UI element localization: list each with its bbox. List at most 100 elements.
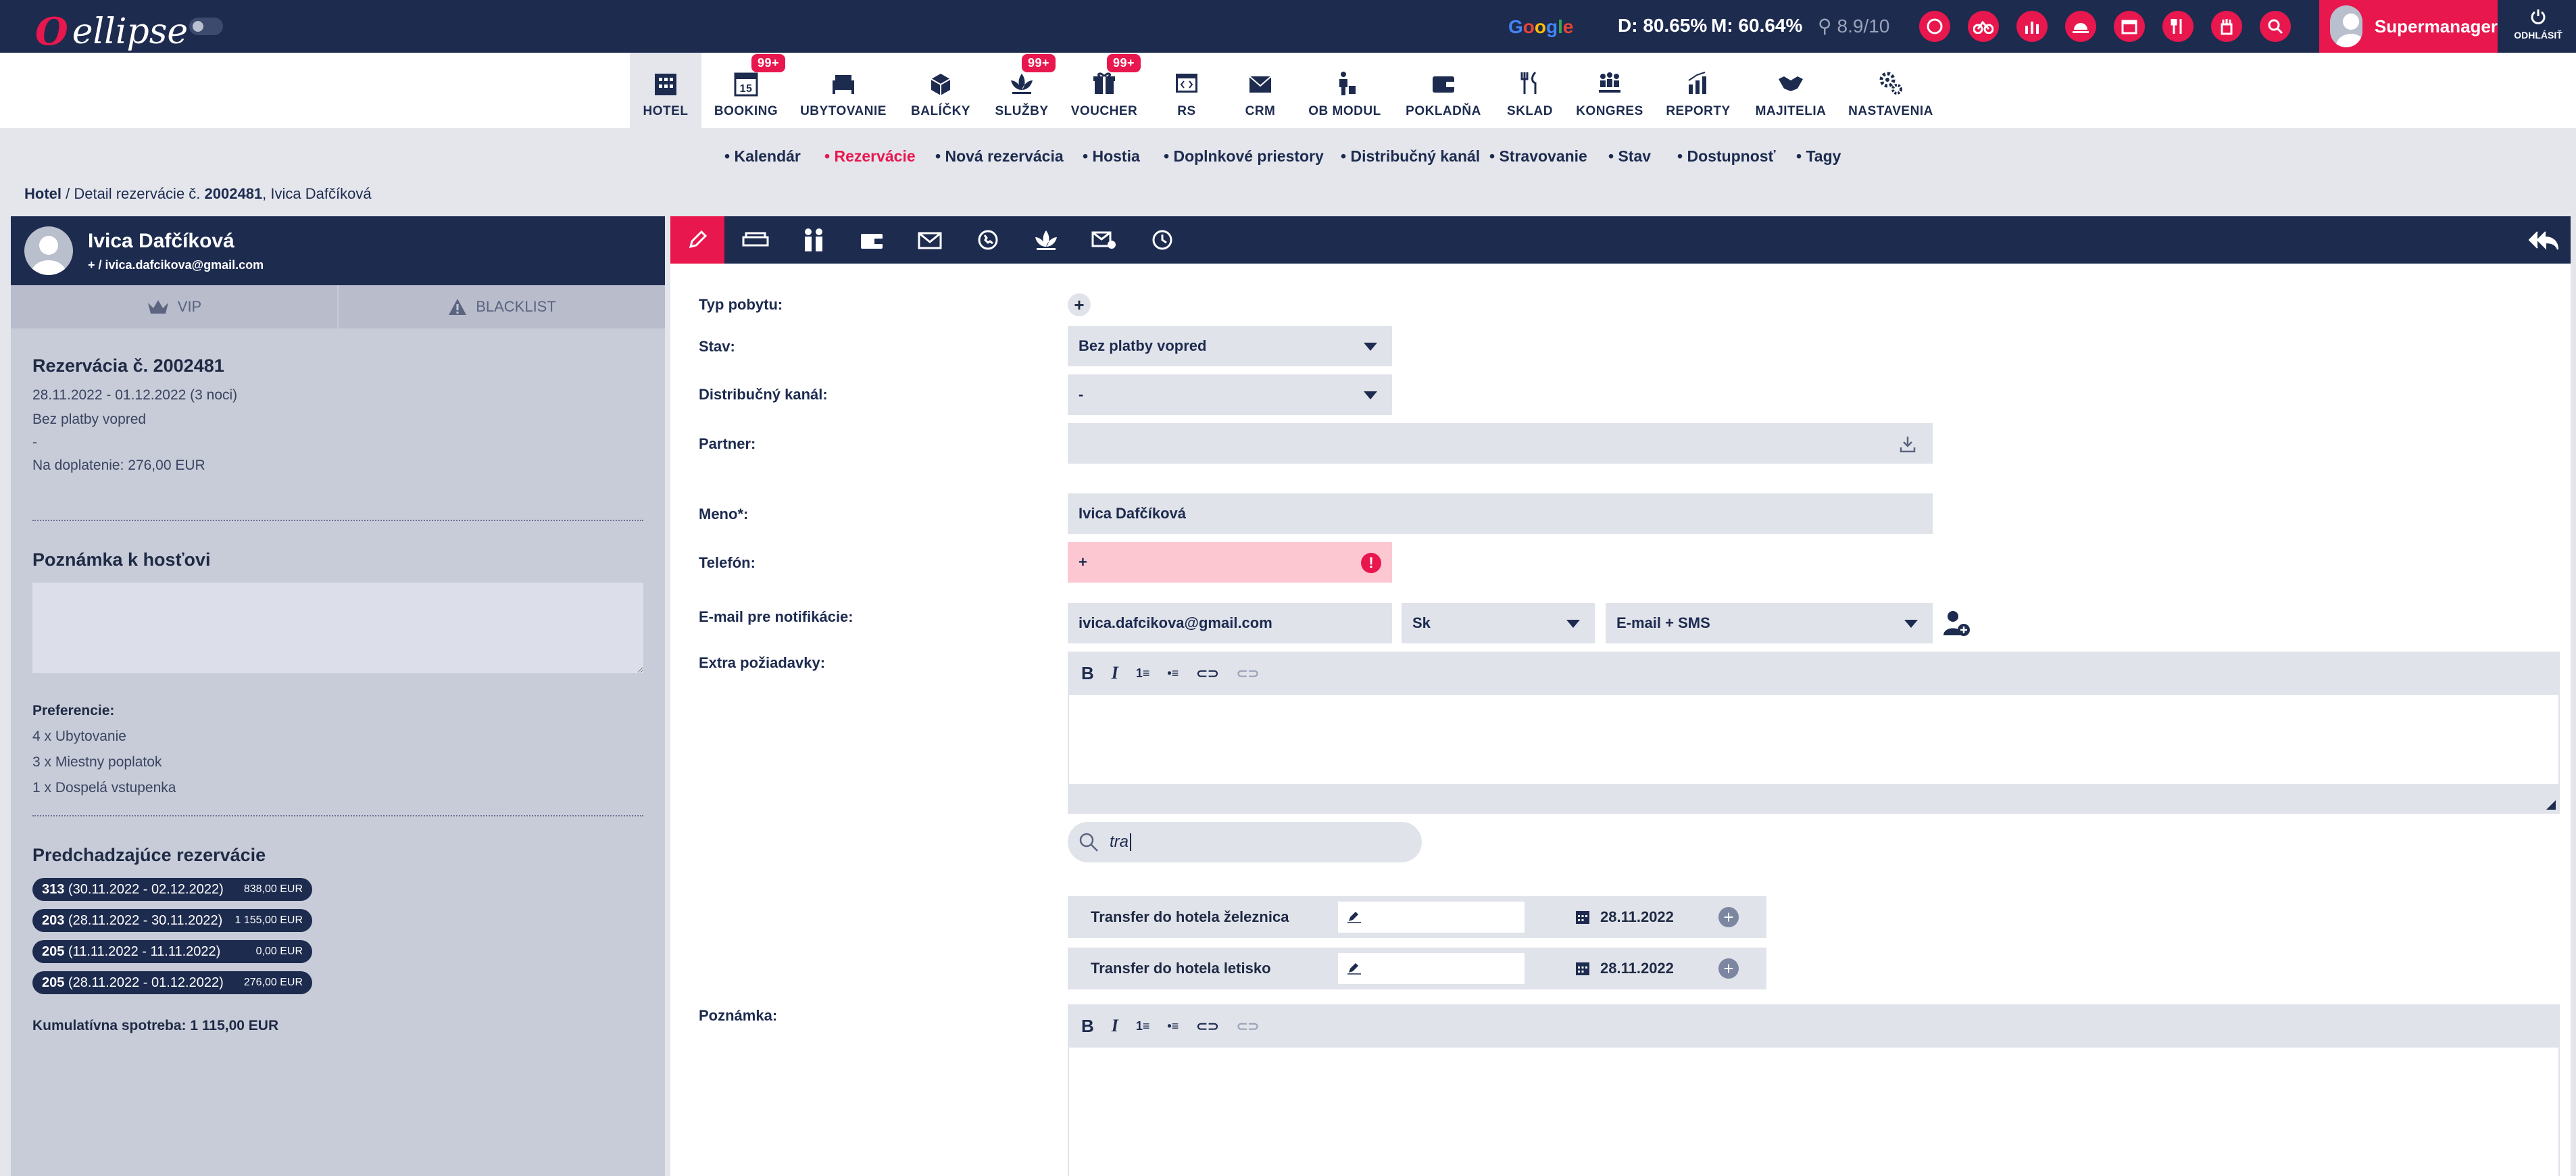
blacklist-button[interactable]: BLACKLIST (339, 285, 665, 328)
module-crm[interactable]: CRM (1229, 53, 1292, 128)
previous-reservation[interactable]: 205 (11.11.2022 - 11.11.2022) 0,00 EUR (32, 940, 312, 963)
email-label: E-mail pre notifikácie: (699, 608, 853, 625)
language-select[interactable]: Sk (1402, 603, 1595, 643)
notification-type-select[interactable]: E-mail + SMS (1606, 603, 1933, 643)
service-note-input[interactable] (1338, 953, 1525, 984)
subnav-stav[interactable]: • Stav (1608, 147, 1651, 166)
breadcrumb-hotel[interactable]: Hotel (24, 185, 61, 202)
service-search-input[interactable]: tra (1110, 833, 1129, 852)
group-icon (1594, 68, 1625, 99)
extra-poziadavky-editor: B I 1≡ •≡ ⊂⊃ ⊂⊃ (1068, 652, 2560, 814)
payments-tab[interactable] (845, 216, 899, 264)
calendar-icon[interactable] (1575, 960, 1591, 977)
meno-input[interactable]: Ivica Dafčíková (1068, 493, 1933, 534)
vip-button[interactable]: VIP (11, 285, 339, 328)
back-button[interactable] (2517, 216, 2571, 264)
module-majitelia[interactable]: MAJITELIA (1750, 53, 1831, 128)
add-typ-pobytu-button[interactable]: + (1068, 293, 1091, 316)
subnav-nova-rezervacia[interactable]: • Nová rezervácia (935, 147, 1064, 166)
power-icon (2531, 9, 2546, 24)
preference-item: 4 x Ubytovanie (32, 729, 126, 744)
module-kongres[interactable]: KONGRES (1575, 53, 1645, 128)
code-window-icon (1171, 68, 1202, 99)
unlink-icon[interactable]: ⊂⊃ (1237, 665, 1260, 682)
link-icon[interactable]: ⊂⊃ (1196, 1018, 1219, 1035)
extra-poziadavky-input[interactable] (1068, 695, 2560, 784)
subnav-hostia[interactable]: • Hostia (1083, 147, 1140, 166)
ordered-list-icon[interactable]: 1≡ (1136, 666, 1150, 681)
guests-tab[interactable] (787, 216, 841, 264)
service-date[interactable]: 28.11.2022 (1600, 908, 1674, 926)
unlink-icon[interactable]: ⊂⊃ (1237, 1018, 1260, 1035)
module-balicky[interactable]: BALÍČKY (903, 53, 979, 128)
bold-icon[interactable]: B (1081, 663, 1094, 684)
link-icon[interactable]: ⊂⊃ (1196, 665, 1219, 682)
previous-reservation[interactable]: 203 (28.11.2022 - 30.11.2022) 1 155,00 EU… (32, 909, 312, 932)
partner-input[interactable] (1068, 423, 1933, 464)
calendar-icon[interactable] (1575, 909, 1591, 925)
subnav-rezervacie[interactable]: • Rezervácie (824, 147, 916, 166)
svg-text:15: 15 (740, 83, 753, 95)
messages-tab[interactable] (903, 216, 957, 264)
room-service-icon[interactable] (2065, 11, 2096, 42)
download-icon[interactable] (1899, 435, 1916, 453)
service-search-field[interactable]: tra (1068, 822, 1422, 862)
history-tab[interactable] (1135, 216, 1189, 264)
edit-tab[interactable] (670, 216, 724, 264)
check-in-icon[interactable] (1919, 11, 1950, 42)
calls-tab[interactable] (961, 216, 1015, 264)
hand-icon[interactable] (2211, 11, 2242, 42)
mail-settings-tab[interactable] (1077, 216, 1131, 264)
module-nastavenia[interactable]: NASTAVENIA (1848, 53, 1934, 128)
theme-toggle[interactable] (189, 18, 223, 35)
email-input[interactable]: ivica.dafcikova@gmail.com (1068, 603, 1392, 643)
module-rs[interactable]: RS (1160, 53, 1214, 128)
search-icon[interactable] (2260, 11, 2291, 42)
subnav-doplnkove-priestory[interactable]: • Doplnkové priestory (1164, 147, 1324, 166)
module-sklad[interactable]: SKLAD (1502, 53, 1558, 128)
poznamka-label: Poznámka: (699, 1007, 778, 1024)
subnav-tagy[interactable]: • Tagy (1796, 147, 1841, 166)
ordered-list-icon[interactable]: 1≡ (1136, 1019, 1150, 1033)
logout-button[interactable]: ODHLÁSIŤ (2500, 0, 2576, 53)
rooms-tab[interactable] (728, 216, 783, 264)
add-service-button[interactable]: + (1718, 907, 1739, 927)
previous-reservation[interactable]: 205 (28.11.2022 - 01.12.2022) 276,00 EUR (32, 971, 312, 994)
module-voucher[interactable]: VOUCHER 99+ (1069, 53, 1141, 128)
module-sluzby[interactable]: SLUŽBY 99+ (988, 53, 1056, 128)
telefon-input[interactable]: + ! (1068, 542, 1392, 583)
bold-icon[interactable]: B (1081, 1016, 1094, 1037)
resize-handle-icon[interactable] (2546, 800, 2556, 810)
poznamka-input[interactable] (1068, 1048, 2560, 1176)
module-booking[interactable]: 15 BOOKING 99+ (708, 53, 786, 128)
subnav-stravovanie[interactable]: • Stravovanie (1489, 147, 1587, 166)
module-reporty[interactable]: REPORTY (1662, 53, 1734, 128)
italic-icon[interactable]: I (1112, 663, 1118, 683)
editor-resize-bar[interactable] (1068, 784, 2560, 814)
services-tab[interactable] (1019, 216, 1073, 264)
module-hotel[interactable]: HOTEL (630, 53, 701, 128)
add-service-button[interactable]: + (1718, 958, 1739, 979)
add-contact-icon[interactable] (1942, 610, 1971, 637)
app-logo[interactable]: O ellipse (35, 9, 188, 54)
restaurant-icon[interactable] (2162, 11, 2194, 42)
subnav-dostupnost[interactable]: • Dostupnosť (1677, 147, 1776, 166)
bullet-list-icon[interactable]: •≡ (1167, 666, 1179, 681)
service-note-input[interactable] (1338, 902, 1525, 933)
user-menu[interactable]: Supermanager (2319, 0, 2498, 53)
calendar-icon[interactable] (2114, 11, 2145, 42)
distribucny-kanal-select[interactable]: - (1068, 374, 1392, 415)
guest-note-input[interactable] (32, 583, 643, 673)
previous-reservation[interactable]: 313 (30.11.2022 - 02.12.2022) 838,00 EUR (32, 878, 312, 901)
subnav-kalendar[interactable]: • Kalendár (724, 147, 801, 166)
bullet-list-icon[interactable]: •≡ (1167, 1019, 1179, 1033)
service-date[interactable]: 28.11.2022 (1600, 960, 1674, 977)
module-pokladna[interactable]: POKLADŇA (1403, 53, 1484, 128)
subnav-distribucny-kanal[interactable]: • Distribučný kanál (1341, 147, 1480, 166)
module-ob-modul[interactable]: OB MODUL (1304, 53, 1385, 128)
italic-icon[interactable]: I (1112, 1016, 1118, 1036)
bike-icon[interactable] (1968, 11, 1999, 42)
module-ubytovanie[interactable]: UBYTOVANIE (799, 53, 888, 128)
stav-select[interactable]: Bez platby vopred (1068, 326, 1392, 366)
bar-chart-icon[interactable] (2016, 11, 2048, 42)
